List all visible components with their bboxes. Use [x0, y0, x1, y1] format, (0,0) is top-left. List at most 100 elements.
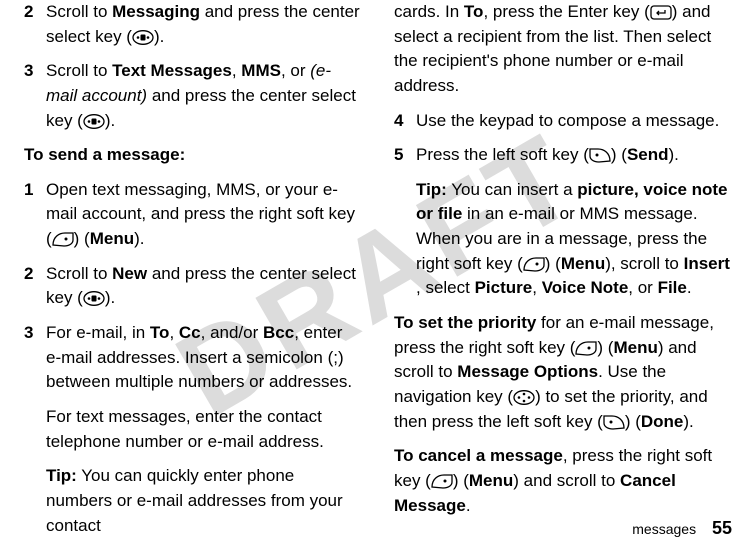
step-body: Scroll to Text Messages, MMS, or (e-mail… — [46, 59, 362, 133]
bold-text: To set the priority — [394, 313, 536, 332]
ui-label: New — [112, 264, 147, 283]
text: , or — [628, 278, 657, 297]
step-3: 3 Scroll to Text Messages, MMS, or (e-ma… — [24, 59, 362, 133]
tip-label: Tip: — [46, 466, 77, 485]
ui-label: Messaging — [112, 2, 200, 21]
text: , — [232, 61, 241, 80]
text: cards. In — [394, 2, 464, 21]
right-softkey-icon — [575, 341, 597, 356]
step-1: 1 Open text messaging, MMS, or your e-ma… — [24, 178, 362, 252]
text: ). — [154, 27, 164, 46]
step-body: Scroll to Messaging and press the center… — [46, 0, 362, 49]
tip: Tip: You can quickly enter phone numbers… — [46, 464, 362, 538]
text: ) ( — [74, 229, 90, 248]
ui-label: To — [464, 2, 484, 21]
text: ). — [105, 111, 115, 130]
section-name: messages — [632, 521, 696, 537]
ui-label: MMS — [241, 61, 281, 80]
ui-label: File — [658, 278, 687, 297]
right-column: cards. In To, press the Enter key ( ) and… — [394, 0, 732, 548]
ui-label: Menu — [561, 254, 605, 273]
right-softkey-icon — [431, 474, 453, 489]
text: For e-mail, in — [46, 323, 150, 342]
step-body: Use the keypad to compose a message. — [416, 109, 732, 134]
text: Scroll to — [46, 264, 112, 283]
text: ) ( — [453, 471, 469, 490]
ui-label: Text Messages — [112, 61, 232, 80]
heading-send: To send a message: — [24, 143, 362, 168]
ui-label: Menu — [469, 471, 513, 490]
paragraph: For text messages, enter the contact tel… — [46, 405, 362, 454]
text: ). — [134, 229, 144, 248]
text: ) ( — [625, 412, 641, 431]
text: ) ( — [597, 338, 613, 357]
right-softkey-icon — [523, 257, 545, 272]
text: , press the Enter key ( — [483, 2, 649, 21]
step-3b: 3 For e-mail, in To, Cc, and/or Bcc, ent… — [24, 321, 362, 395]
tip-label: Tip: — [416, 180, 447, 199]
step-number: 1 — [24, 178, 46, 252]
text: , — [169, 323, 178, 342]
enter-key-icon — [650, 5, 672, 20]
text: Scroll to — [46, 61, 112, 80]
footer: messages 55 — [632, 515, 732, 541]
step-5: 5 Press the left soft key ( ) (Send). — [394, 143, 732, 168]
step-number: 5 — [394, 143, 416, 168]
center-key-icon — [132, 30, 154, 45]
ui-label: Done — [641, 412, 684, 431]
left-column: 2 Scroll to Messaging and press the cent… — [24, 0, 362, 548]
ui-label: Send — [627, 145, 669, 164]
ui-label: Bcc — [263, 323, 294, 342]
page-number: 55 — [712, 518, 732, 538]
text: , select — [416, 278, 475, 297]
ui-label: Message Options — [457, 362, 598, 381]
text: , or — [281, 61, 310, 80]
text: ) ( — [611, 145, 627, 164]
step-number: 2 — [24, 262, 46, 311]
step-2: 2 Scroll to Messaging and press the cent… — [24, 0, 362, 49]
step-body: Press the left soft key ( ) (Send). — [416, 143, 732, 168]
text: , and/or — [201, 323, 263, 342]
ui-label: Menu — [90, 229, 134, 248]
ui-label: Voice Note — [542, 278, 629, 297]
step-number: 3 — [24, 321, 46, 395]
step-4: 4 Use the keypad to compose a message. — [394, 109, 732, 134]
left-softkey-icon — [589, 148, 611, 163]
text: ). — [683, 412, 693, 431]
text: Scroll to — [46, 2, 112, 21]
text: ), scroll to — [605, 254, 683, 273]
nav-key-icon — [513, 390, 535, 405]
ui-label: Picture — [475, 278, 533, 297]
page-columns: 2 Scroll to Messaging and press the cent… — [0, 0, 756, 548]
cancel-paragraph: To cancel a message, press the right sof… — [394, 444, 732, 518]
right-softkey-icon — [52, 232, 74, 247]
text: . — [687, 278, 692, 297]
step-number: 3 — [24, 59, 46, 133]
text: Press the left soft key ( — [416, 145, 589, 164]
left-softkey-icon — [603, 415, 625, 430]
ui-label: To — [150, 323, 170, 342]
center-key-icon — [83, 291, 105, 306]
text: ) ( — [545, 254, 561, 273]
tip: Tip: You can insert a picture, voice not… — [416, 178, 732, 301]
text: ). — [669, 145, 679, 164]
text: You can quickly enter phone numbers or e… — [46, 466, 343, 534]
priority-paragraph: To set the priority for an e-mail messag… — [394, 311, 732, 434]
step-2b: 2 Scroll to New and press the center sel… — [24, 262, 362, 311]
bold-text: To cancel a message — [394, 446, 563, 465]
ui-label: Menu — [613, 338, 657, 357]
text: ) and scroll to — [513, 471, 620, 490]
step-number: 4 — [394, 109, 416, 134]
step-number: 2 — [24, 0, 46, 49]
text: . — [466, 496, 471, 515]
ui-label: Insert — [684, 254, 730, 273]
ui-label: Cc — [179, 323, 201, 342]
step-body: Open text messaging, MMS, or your e-mail… — [46, 178, 362, 252]
step-body: Scroll to New and press the center selec… — [46, 262, 362, 311]
step-body: For e-mail, in To, Cc, and/or Bcc, enter… — [46, 321, 362, 395]
center-key-icon — [83, 114, 105, 129]
continuation: cards. In To, press the Enter key () and… — [394, 0, 732, 99]
text: ). — [105, 288, 115, 307]
text: , — [532, 278, 541, 297]
text: You can insert a — [447, 180, 577, 199]
